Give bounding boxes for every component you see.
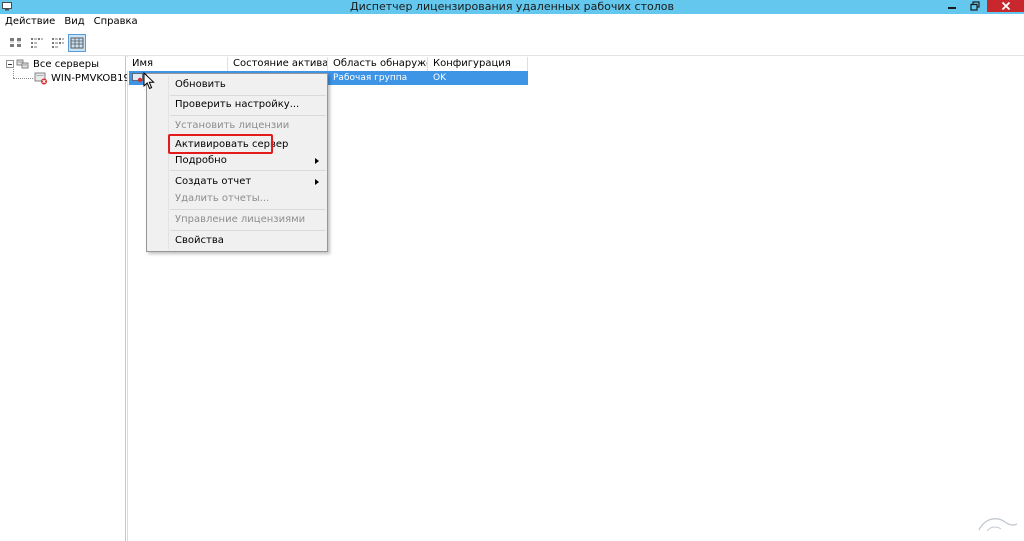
menu-separator [170, 209, 326, 210]
tree-item-server[interactable]: WIN-PMVKOB19 [34, 71, 130, 85]
window-title: Диспетчер лицензирования удаленных рабоч… [350, 0, 674, 13]
menu-item-label: Создать отчет [175, 176, 252, 187]
menu-item-properties[interactable]: Свойства [175, 233, 224, 249]
column-header-name[interactable]: Имя [127, 57, 228, 71]
toolbar [0, 30, 1024, 56]
cell-configuration: OK [433, 73, 446, 83]
minimize-button[interactable] [941, 0, 963, 12]
small-icons-view-button[interactable] [28, 34, 46, 52]
tree-item-label: Все серверы [33, 58, 99, 70]
menu-item-label: Подробно [175, 155, 227, 166]
menu-item-create-report[interactable]: Создать отчет [175, 174, 325, 190]
restore-icon [970, 1, 980, 11]
server-error-icon [34, 72, 47, 84]
menu-bar: Действие Вид Справка [0, 14, 1024, 30]
details-view-button[interactable] [68, 34, 86, 52]
tree-connector [13, 69, 14, 78]
column-header-activation[interactable]: Состояние актива... [228, 57, 328, 71]
menu-item-install-licenses[interactable]: Установить лицензии [175, 118, 289, 134]
small-icons-view-icon [31, 38, 43, 48]
menu-item-advanced[interactable]: Подробно [175, 153, 325, 169]
list-view-button[interactable] [49, 34, 67, 52]
menu-separator [170, 170, 326, 171]
maximize-button[interactable] [964, 0, 986, 12]
column-header-configuration[interactable]: Конфигурация [428, 57, 528, 71]
cell-discovery: Рабочая группа [333, 73, 408, 83]
mouse-cursor-icon [143, 72, 155, 90]
servers-group-icon [16, 59, 29, 69]
context-menu: Обновить Проверить настройку... Установи… [146, 73, 328, 252]
menu-item-delete-reports[interactable]: Удалить отчеты... [175, 191, 269, 207]
minimize-icon [948, 7, 956, 9]
large-icons-view-button[interactable] [7, 34, 25, 52]
tree-pane[interactable] [0, 56, 126, 541]
menu-help[interactable]: Справка [94, 14, 138, 30]
menu-separator [170, 230, 326, 231]
title-bar[interactable]: Диспетчер лицензирования удаленных рабоч… [0, 0, 1024, 14]
server-icon [132, 73, 143, 83]
large-icons-view-icon [10, 38, 21, 47]
menu-item-manage-licenses[interactable]: Управление лицензиями [175, 212, 305, 228]
column-header-discovery[interactable]: Область обнаруже... [328, 57, 428, 71]
menu-item-check-config[interactable]: Проверить настройку... [175, 97, 299, 113]
collapse-icon[interactable] [6, 60, 14, 68]
details-view-icon [70, 37, 84, 49]
tree-item-all-servers[interactable]: Все серверы [6, 57, 99, 71]
menu-item-refresh[interactable]: Обновить [175, 77, 226, 93]
menu-view[interactable]: Вид [64, 14, 84, 30]
submenu-arrow-icon [315, 158, 319, 164]
list-view-icon [52, 38, 64, 48]
menu-separator [170, 95, 326, 96]
menu-gutter [168, 76, 169, 249]
watermark-logo-icon [978, 518, 1018, 532]
annotation-highlight [168, 134, 273, 154]
menu-separator [170, 115, 326, 116]
close-icon [1001, 1, 1010, 11]
tree-item-label: WIN-PMVKOB19 [51, 72, 130, 84]
submenu-arrow-icon [315, 179, 319, 185]
tree-connector [13, 78, 33, 79]
menu-action[interactable]: Действие [5, 14, 55, 30]
close-button[interactable] [987, 0, 1024, 12]
